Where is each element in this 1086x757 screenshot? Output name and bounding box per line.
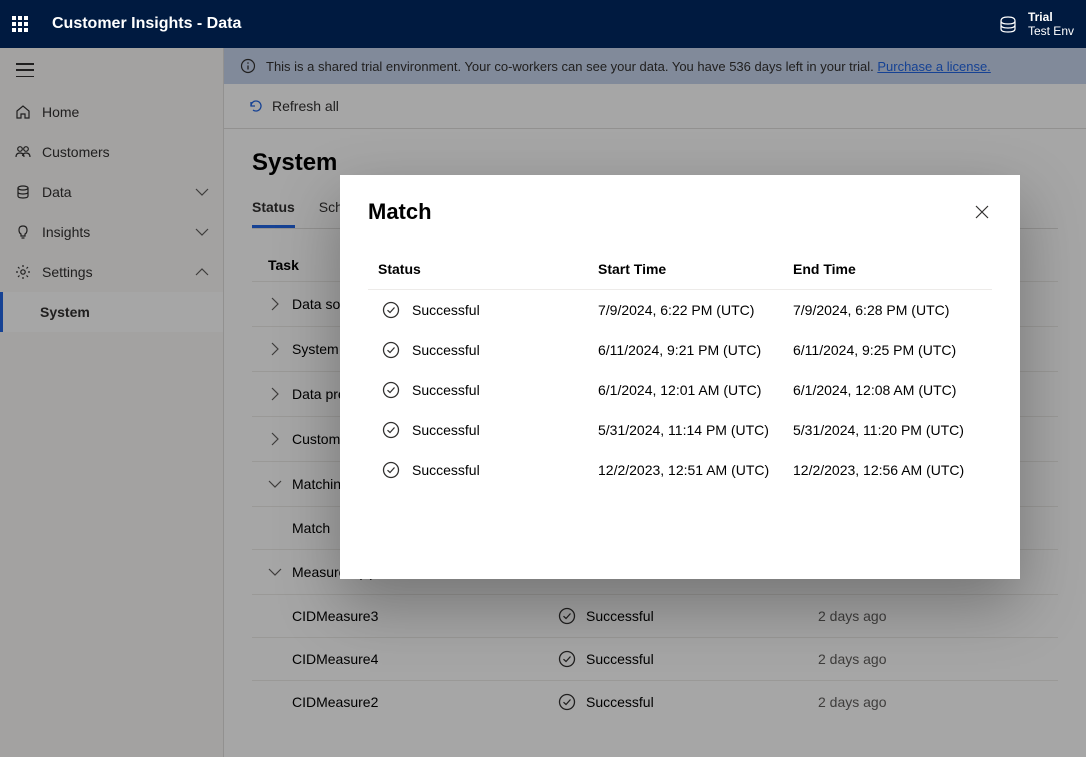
modal-col-start: Start Time [598, 261, 793, 277]
history-start: 12/2/2023, 12:51 AM (UTC) [598, 462, 793, 478]
env-name: Test Env [1028, 24, 1074, 38]
modal-close-button[interactable] [972, 202, 992, 222]
top-bar: Customer Insights - Data Trial Test Env [0, 0, 1086, 48]
history-row: Successful5/31/2024, 11:14 PM (UTC)5/31/… [368, 410, 992, 450]
history-status: Successful [368, 301, 598, 319]
check-circle-icon [382, 341, 400, 359]
modal-col-status: Status [368, 261, 598, 277]
modal-col-end: End Time [793, 261, 992, 277]
history-end: 6/11/2024, 9:25 PM (UTC) [793, 342, 992, 358]
modal-column-headers: Status Start Time End Time [368, 249, 992, 290]
check-circle-icon [382, 301, 400, 319]
check-circle-icon [382, 381, 400, 399]
check-circle-icon [382, 421, 400, 439]
history-status: Successful [368, 461, 598, 479]
close-icon [974, 204, 990, 220]
history-status: Successful [368, 381, 598, 399]
app-title: Customer Insights - Data [52, 15, 998, 33]
app-launcher-icon[interactable] [12, 16, 28, 32]
history-start: 6/1/2024, 12:01 AM (UTC) [598, 382, 793, 398]
environment-icon [998, 15, 1018, 33]
modal-title: Match [368, 199, 432, 225]
history-row: Successful7/9/2024, 6:22 PM (UTC)7/9/202… [368, 290, 992, 330]
history-start: 5/31/2024, 11:14 PM (UTC) [598, 422, 793, 438]
history-row: Successful12/2/2023, 12:51 AM (UTC)12/2/… [368, 450, 992, 490]
check-circle-icon [382, 461, 400, 479]
history-end: 6/1/2024, 12:08 AM (UTC) [793, 382, 992, 398]
env-type: Trial [1028, 10, 1074, 24]
history-end: 12/2/2023, 12:56 AM (UTC) [793, 462, 992, 478]
history-status: Successful [368, 341, 598, 359]
match-history-modal: Match Status Start Time End Time Success… [340, 175, 1020, 579]
history-end: 5/31/2024, 11:20 PM (UTC) [793, 422, 992, 438]
environment-selector[interactable]: Trial Test Env [998, 10, 1074, 39]
history-status: Successful [368, 421, 598, 439]
history-end: 7/9/2024, 6:28 PM (UTC) [793, 302, 992, 318]
history-row: Successful6/1/2024, 12:01 AM (UTC)6/1/20… [368, 370, 992, 410]
history-start: 6/11/2024, 9:21 PM (UTC) [598, 342, 793, 358]
history-row: Successful6/11/2024, 9:21 PM (UTC)6/11/2… [368, 330, 992, 370]
history-start: 7/9/2024, 6:22 PM (UTC) [598, 302, 793, 318]
